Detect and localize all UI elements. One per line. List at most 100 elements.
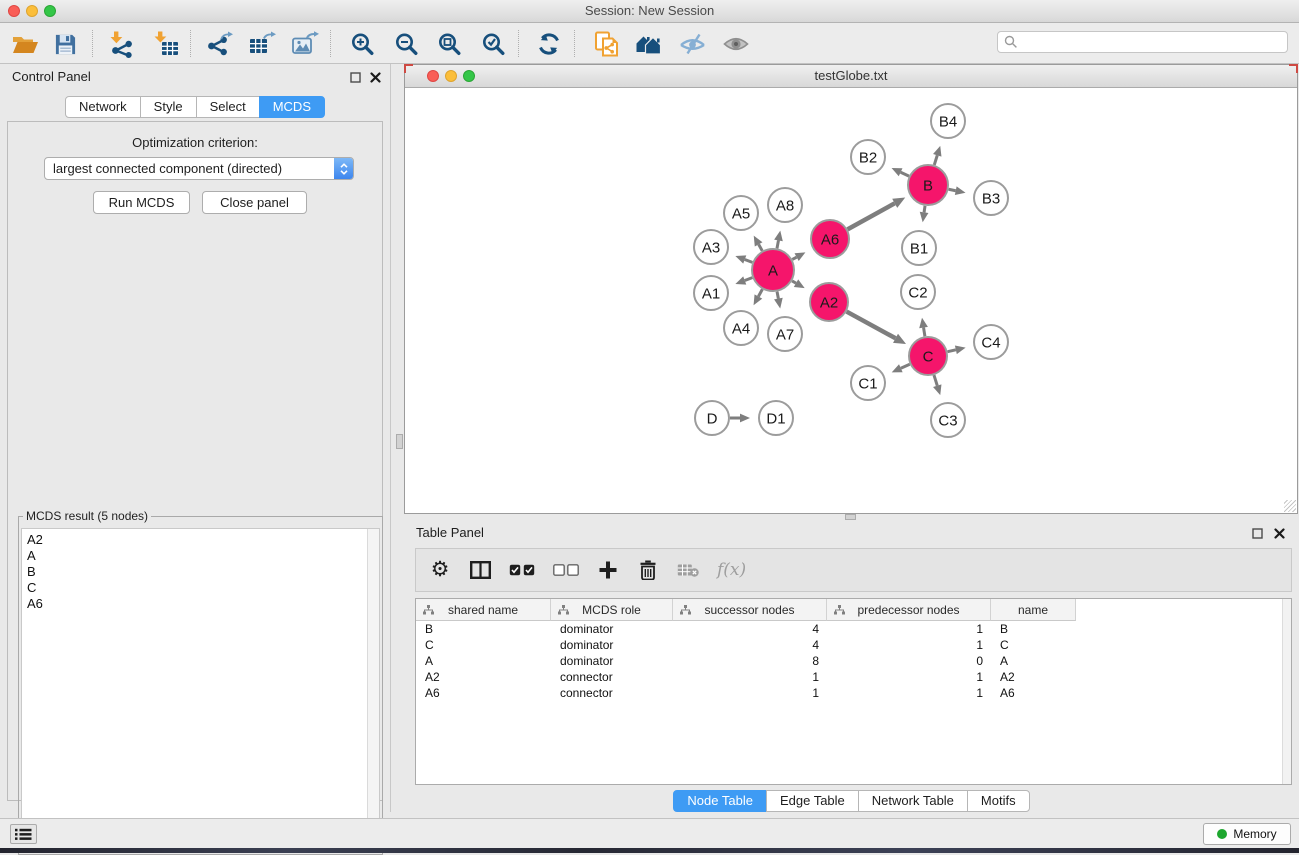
graph-node-D[interactable]: D [695, 401, 729, 435]
zoom-in-icon[interactable] [346, 28, 378, 60]
close-panel-icon[interactable] [370, 72, 381, 83]
tab-node-table[interactable]: Node Table [673, 790, 767, 812]
show-columns-icon[interactable] [469, 557, 491, 583]
graph-node-A2[interactable]: A2 [810, 283, 848, 321]
network-zoom-icon[interactable] [463, 70, 475, 82]
mcds-result-item[interactable]: A2 [22, 529, 379, 548]
delete-columns-icon[interactable] [637, 557, 659, 583]
graph-node-A7[interactable]: A7 [768, 317, 802, 351]
network-minimize-icon[interactable] [445, 70, 457, 82]
graph-node-C4[interactable]: C4 [974, 325, 1008, 359]
table-row[interactable]: A6connector11A6 [416, 685, 1291, 701]
float-table-panel-icon[interactable] [1252, 528, 1263, 539]
graph-node-A3[interactable]: A3 [694, 230, 728, 264]
tab-network[interactable]: Network [65, 96, 141, 118]
graph-node-B[interactable]: B [908, 165, 948, 205]
table-row[interactable]: Adominator80A [416, 653, 1291, 669]
float-panel-icon[interactable] [350, 72, 361, 83]
memory-button[interactable]: Memory [1203, 823, 1291, 845]
new-network-from-selection-icon[interactable] [591, 28, 623, 60]
graph-node-A6[interactable]: A6 [811, 220, 849, 258]
node-table-header: shared nameMCDS rolesuccessor nodesprede… [416, 599, 1076, 621]
hide-selected-icon[interactable] [676, 28, 708, 60]
mcds-result-item[interactable]: A [22, 548, 379, 564]
save-session-icon[interactable] [49, 28, 81, 60]
graph-node-C1[interactable]: C1 [851, 366, 885, 400]
run-mcds-button[interactable]: Run MCDS [93, 191, 190, 214]
refresh-layout-icon[interactable] [533, 28, 565, 60]
add-column-icon[interactable] [597, 557, 619, 583]
table-row[interactable]: Cdominator41C [416, 637, 1291, 653]
table-row[interactable]: Bdominator41B [416, 621, 1291, 637]
graph-node-C2[interactable]: C2 [901, 275, 935, 309]
export-table-icon[interactable] [246, 28, 278, 60]
tab-mcds[interactable]: MCDS [259, 96, 325, 118]
minimize-window-icon[interactable] [26, 5, 38, 17]
graph-node-B1[interactable]: B1 [902, 231, 936, 265]
graph-node-A[interactable]: A [752, 249, 794, 291]
graph-node-A8[interactable]: A8 [768, 188, 802, 222]
first-neighbors-icon[interactable] [632, 28, 664, 60]
column-header-successor-nodes[interactable]: successor nodes [673, 599, 827, 621]
svg-text:C1: C1 [858, 375, 877, 392]
column-header-MCDS-role[interactable]: MCDS role [551, 599, 673, 621]
network-canvas[interactable]: B4 B2 B B3 A5 A8 A6 A3 B1 A A1 C2 A2 A4 A7 C4 C C1 D D1 C3 [405, 88, 1297, 513]
tab-edge-table[interactable]: Edge Table [766, 790, 859, 812]
table-cell: 4 [673, 638, 827, 652]
graph-edge-A-A4 [758, 289, 762, 296]
table-settings-icon[interactable]: ⚙ [429, 557, 451, 583]
graph-node-B2[interactable]: B2 [851, 140, 885, 174]
graph-node-C3[interactable]: C3 [931, 403, 965, 437]
mcds-result-item[interactable]: C [22, 580, 379, 596]
graph-node-A1[interactable]: A1 [694, 276, 728, 310]
zoom-fit-icon[interactable] [433, 28, 465, 60]
tab-network-table[interactable]: Network Table [858, 790, 968, 812]
export-image-icon[interactable] [289, 28, 321, 60]
graph-edge-C-C2 [924, 328, 925, 337]
graph-node-A5[interactable]: A5 [724, 196, 758, 230]
graph-node-B4[interactable]: B4 [931, 104, 965, 138]
select-all-checkboxes-icon[interactable] [509, 557, 535, 583]
graph-node-D1[interactable]: D1 [759, 401, 793, 435]
graph-node-B3[interactable]: B3 [974, 181, 1008, 215]
search-input[interactable] [997, 31, 1288, 53]
main-toolbar [0, 23, 1299, 64]
toolbar-separator [518, 30, 519, 57]
graph-node-C[interactable]: C [909, 337, 947, 375]
vertical-splitter-handle[interactable] [396, 434, 403, 449]
zoom-selected-icon[interactable] [477, 28, 509, 60]
tab-style[interactable]: Style [140, 96, 197, 118]
table-scrollbar[interactable] [1282, 599, 1291, 784]
table-cell: dominator [551, 654, 673, 668]
export-network-icon[interactable] [203, 28, 235, 60]
search-field[interactable] [1022, 34, 1287, 50]
optimization-criterion-select[interactable]: largest connected component (directed) [44, 157, 354, 180]
column-header-shared-name[interactable]: shared name [416, 599, 551, 621]
zoom-window-icon[interactable] [44, 5, 56, 17]
graph-node-A4[interactable]: A4 [724, 311, 758, 345]
deselect-all-checkboxes-icon[interactable] [553, 557, 579, 583]
toolbar-separator [330, 30, 331, 57]
tab-motifs[interactable]: Motifs [967, 790, 1030, 812]
import-table-icon[interactable] [149, 28, 181, 60]
table-row[interactable]: A2connector11A2 [416, 669, 1291, 685]
result-list-scrollbar[interactable] [367, 529, 379, 851]
window-resize-grip[interactable] [1284, 500, 1296, 512]
table-cell: dominator [551, 638, 673, 652]
column-header-name[interactable]: name [991, 599, 1076, 621]
show-all-icon[interactable] [720, 28, 752, 60]
close-panel-button[interactable]: Close panel [202, 191, 307, 214]
network-close-icon[interactable] [427, 70, 439, 82]
close-table-panel-icon[interactable] [1274, 528, 1285, 539]
mcds-result-item[interactable]: B [22, 564, 379, 580]
open-session-icon[interactable] [9, 28, 41, 60]
import-network-icon[interactable] [105, 28, 137, 60]
tab-select[interactable]: Select [196, 96, 260, 118]
status-bar: Memory [0, 818, 1299, 848]
graph-edge-A-A8 [777, 240, 778, 248]
mcds-result-item[interactable]: A6 [22, 596, 379, 612]
column-header-predecessor-nodes[interactable]: predecessor nodes [827, 599, 991, 621]
zoom-out-icon[interactable] [390, 28, 422, 60]
task-history-button[interactable] [10, 824, 37, 844]
close-window-icon[interactable] [8, 5, 20, 17]
